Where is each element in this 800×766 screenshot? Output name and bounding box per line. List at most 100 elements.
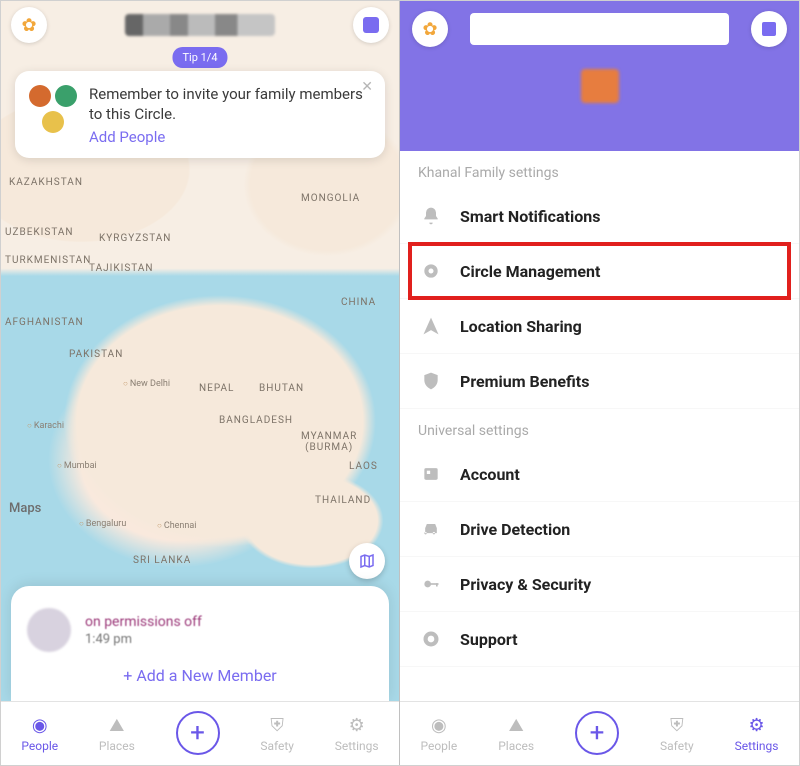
tab-settings[interactable]: ⚙ Settings [735,715,779,753]
row-location-sharing[interactable]: Location Sharing [400,299,799,354]
section-header-family: Khanal Family settings [400,151,799,189]
tab-safety[interactable]: ⛨ Safety [660,715,694,753]
safety-icon: ⛨ [670,715,684,736]
row-label: Location Sharing [460,317,582,336]
map-city-bengaluru: Bengaluru [79,519,126,529]
redacted-title [125,14,275,36]
settings-screen: ✿ Khanal Family settings Smart Notificat… [400,1,799,765]
tab-places[interactable]: ⛰ Places [99,715,135,753]
row-label: Drive Detection [460,520,570,539]
settings-gear-button[interactable]: ✿ [11,7,47,43]
people-bottom-sheet[interactable]: on permissions off 1:49 pm + Add a New M… [11,586,389,701]
row-circle-management[interactable]: Circle Management [400,244,799,299]
car-icon [420,518,442,540]
row-support[interactable]: Support [400,612,799,667]
map-label-srilanka: SRI LANKA [133,555,191,566]
tab-people[interactable]: ◉ People [21,715,58,753]
settings-icon: ⚙ [349,715,365,736]
speech-bubble-icon [762,22,776,36]
map-label-tajikistan: TAJIKISTAN [89,263,154,274]
places-icon: ⛰ [109,715,124,736]
row-drive-detection[interactable]: Drive Detection [400,502,799,557]
member-row[interactable]: on permissions off 1:49 pm [27,608,373,652]
tab-plus-button[interactable]: + [176,711,220,755]
gear-icon: ✿ [21,15,36,36]
avatar-icon [55,85,77,107]
bell-icon [420,205,442,227]
map-screen: KAZAKHSTAN MONGOLIA UZBEKISTAN KYRGYZSTA… [1,1,400,765]
tab-plus-button[interactable]: + [575,711,619,755]
left-header: ✿ [1,1,399,49]
row-label: Circle Management [460,262,600,281]
map-label-kyrgyzstan: KYRGYZSTAN [99,233,171,244]
member-status-text: on permissions off [85,614,202,630]
map-label-thailand: THAILAND [315,495,371,506]
maps-watermark: Maps [9,501,41,516]
safety-icon: ⛨ [270,715,284,736]
close-tip-button[interactable]: ✕ [361,79,373,95]
tab-settings[interactable]: ⚙ Settings [335,715,379,753]
tab-safety[interactable]: ⛨ Safety [260,715,294,753]
circle-name-dropdown[interactable] [47,14,353,36]
row-privacy-security[interactable]: Privacy & Security [400,557,799,612]
tip-badge: Tip 1/4 [172,47,227,68]
map-city-karachi: Karachi [27,421,64,431]
settings-icon: ⚙ [749,715,765,736]
map-city-newdelhi: New Delhi [123,379,170,389]
settings-header: ✿ [400,1,799,151]
row-account[interactable]: Account [400,447,799,502]
people-icon: ◉ [32,715,48,736]
map-label-mongolia: MONGOLIA [301,193,360,204]
map-pin-icon [358,552,376,570]
tip-card: Remember to invite your family members t… [15,71,385,158]
tab-label: People [420,739,457,753]
tab-label: Places [498,739,534,753]
row-premium-benefits[interactable]: Premium Benefits [400,354,799,409]
row-label: Support [460,630,518,649]
tab-label: Safety [260,739,294,753]
avatar-icon [42,111,64,133]
row-label: Premium Benefits [460,372,589,391]
add-new-member-button[interactable]: + Add a New Member [27,652,373,691]
map-label-china: CHINA [341,297,376,308]
tip-avatars [29,85,77,146]
tip-text: Remember to invite your family members t… [89,85,371,124]
settings-gear-button[interactable]: ✿ [412,11,448,47]
key-icon [420,573,442,595]
close-icon: ✕ [361,79,373,95]
row-label: Privacy & Security [460,575,591,594]
people-icon: ◉ [431,715,447,736]
account-icon [420,463,442,485]
redacted-avatar [581,69,619,103]
row-smart-notifications[interactable]: Smart Notifications [400,189,799,244]
tab-label: Settings [735,739,779,753]
gear-icon: ✿ [422,19,437,40]
map-label-bangladesh: BANGLADESH [219,415,293,426]
tab-label: Settings [335,739,379,753]
chat-button[interactable] [353,7,389,43]
tab-places[interactable]: ⛰ Places [498,715,534,753]
tab-label: People [21,739,58,753]
map-label-turkmenistan: TURKMENISTAN [5,255,91,266]
map-label-afghanistan: AFGHANISTAN [5,317,84,328]
redacted-circle-name[interactable] [470,13,729,45]
tab-label: Safety [660,739,694,753]
chat-button[interactable] [751,11,787,47]
row-label: Smart Notifications [460,207,600,226]
map-label-pakistan: PAKISTAN [69,349,123,360]
map-city-chennai: Chennai [157,521,196,531]
member-avatar [27,608,71,652]
speech-bubble-icon [363,17,379,33]
map-label-bhutan: BHUTAN [259,383,304,394]
recenter-map-button[interactable] [349,543,385,579]
map-label-uzbekistan: UZBEKISTAN [5,227,74,238]
row-label: Account [460,465,520,484]
add-people-link[interactable]: Add People [89,128,165,146]
tab-people[interactable]: ◉ People [420,715,457,753]
map-city-mumbai: Mumbai [57,461,97,471]
location-icon [420,315,442,337]
places-icon: ⛰ [509,715,524,736]
map-label-nepal: NEPAL [199,383,234,394]
tab-bar: ◉ People ⛰ Places + ⛨ Safety ⚙ Settings [1,701,399,765]
map-label-laos: LAOS [349,461,378,472]
